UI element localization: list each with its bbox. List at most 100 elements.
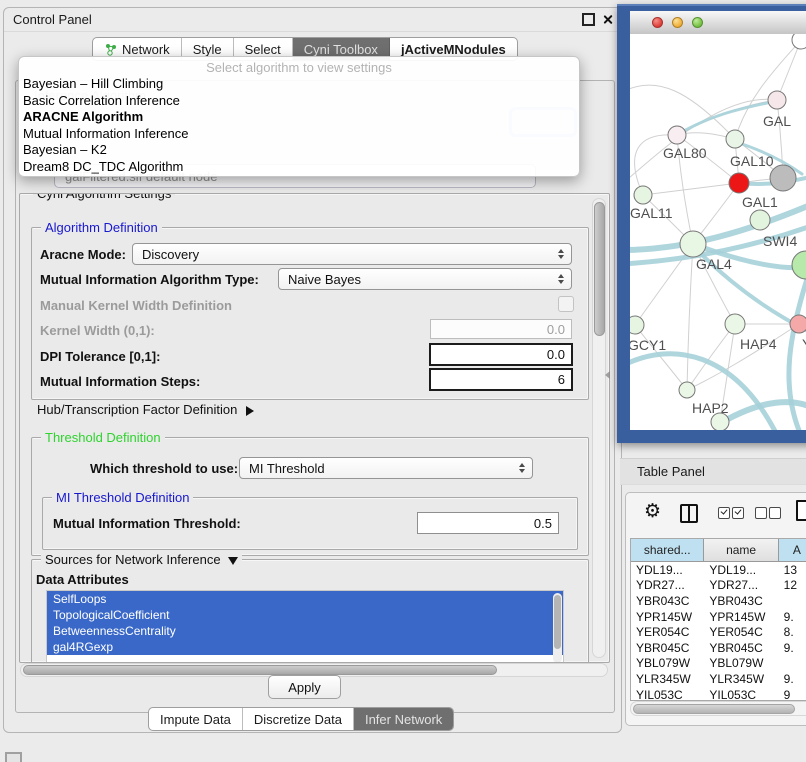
column-view-icon[interactable] [680, 504, 698, 523]
window-minimize-button[interactable] [672, 17, 683, 28]
table-header-row: shared...nameA [631, 539, 806, 562]
control-panel-title: Control Panel [13, 12, 92, 27]
document-icon[interactable] [796, 500, 806, 521]
sources-group: Sources for Network Inference Data Attri… [31, 559, 589, 663]
table-row[interactable]: YBL079WYBL079W [631, 656, 806, 672]
algorithm-item-aracne-algorithm[interactable]: ARACNE Algorithm [19, 109, 579, 126]
network-node[interactable] [770, 165, 796, 191]
algorithm-item-dream8-dc-tdc-algorithm[interactable]: Dream8 DC_TDC Algorithm [19, 159, 579, 176]
data-attributes-list[interactable]: SelfLoopsTopologicalCoefficientBetweenne… [46, 590, 564, 663]
algorithm-item-bayesian-hill-climbing[interactable]: Bayesian – Hill Climbing [19, 76, 579, 93]
tab-network-label: Network [122, 42, 170, 57]
network-view-window[interactable]: GALGAL80GAL10GAL1GAL11SWI4GAL4GCY1HAP4YH… [617, 4, 806, 443]
algorithm-item-bayesian-k2[interactable]: Bayesian – K2 [19, 142, 579, 159]
mi-threshold-label: Mutual Information Threshold: [53, 516, 241, 531]
table-cell: YPR145W [631, 610, 704, 624]
close-icon[interactable] [602, 14, 613, 25]
network-node[interactable] [711, 413, 729, 430]
table-row[interactable]: YIL053CYIL053C9 [631, 687, 806, 701]
bottom-tab-discretize-data[interactable]: Discretize Data [243, 708, 354, 730]
column-header-name[interactable]: name [704, 539, 778, 561]
unchecked-checkbox-icon[interactable] [755, 507, 767, 519]
unchecked-checkbox-icon[interactable] [769, 507, 781, 519]
float-icon[interactable] [582, 13, 595, 26]
threshold-definition-group: Threshold Definition Which threshold to … [31, 437, 589, 556]
network-node[interactable] [792, 251, 806, 279]
triangle-right-icon [246, 406, 254, 416]
window-zoom-button[interactable] [692, 17, 703, 28]
which-threshold-combo[interactable]: MI Threshold [239, 457, 533, 479]
network-node-gal80[interactable] [668, 126, 686, 144]
table-cell: 13 [779, 563, 806, 577]
table-cell: YBR045C [704, 641, 778, 655]
column-header-shared[interactable]: shared... [631, 539, 704, 561]
attribute-item-topologicalcoefficient[interactable]: TopologicalCoefficient [47, 607, 563, 623]
table-row[interactable]: YBR043CYBR043C [631, 593, 806, 609]
algorithm-item-basic-correlation-inference[interactable]: Basic Correlation Inference [19, 93, 579, 110]
node-label-swi4: SWI4 [763, 233, 797, 249]
checked-checkbox-icon[interactable] [732, 507, 744, 519]
network-node-gal10[interactable] [726, 130, 744, 148]
table-row[interactable]: YDR27...YDR27...12 [631, 578, 806, 594]
sources-title-toggle[interactable]: Sources for Network Inference [41, 552, 242, 567]
table-row[interactable]: YBR045CYBR045C9. [631, 640, 806, 656]
network-canvas-svg: GALGAL80GAL10GAL1GAL11SWI4GAL4GCY1HAP4YH… [630, 34, 806, 430]
kernel-width-field[interactable]: 0.0 [430, 319, 572, 339]
mi-threshold-field[interactable]: 0.5 [417, 512, 559, 534]
apply-button[interactable]: Apply [268, 675, 341, 699]
tab-style-label: Style [193, 42, 222, 57]
network-window-titlebar[interactable] [630, 11, 806, 35]
settings-vertical-scrollbar[interactable] [592, 198, 606, 658]
attribute-item-gal4rgexp[interactable]: gal4RGexp [47, 639, 563, 655]
network-node-hap4[interactable] [725, 314, 745, 334]
cyni-algorithm-settings-group: Cyni Algorithm Settings Algorithm Defini… [19, 193, 610, 663]
bottom-tab-impute-data[interactable]: Impute Data [149, 708, 243, 730]
scrollbar-thumb[interactable] [23, 665, 497, 675]
network-node-gal[interactable] [768, 91, 786, 109]
manual-kernel-checkbox[interactable] [558, 296, 574, 312]
tab-jactivemnodules-label: jActiveMNodules [401, 42, 506, 57]
table-cell: YBR043C [704, 594, 778, 608]
table-panel-titlebar[interactable]: Table Panel [620, 458, 806, 485]
column-header-a[interactable]: A [779, 539, 806, 561]
control-panel-titlebar[interactable]: Control Panel [4, 8, 621, 32]
aracne-mode-value: Discovery [142, 247, 199, 262]
list-scrollbar[interactable] [553, 593, 562, 663]
table-row[interactable]: YLR345WYLR345W9. [631, 671, 806, 687]
mi-type-combo[interactable]: Naive Bayes [278, 268, 572, 290]
network-node-gcy1[interactable] [630, 316, 644, 334]
mi-steps-field[interactable]: 6 [429, 368, 573, 391]
node-label-gal80: GAL80 [663, 145, 707, 161]
gear-icon[interactable]: ⚙ [644, 501, 661, 521]
aracne-mode-combo[interactable]: Discovery [132, 243, 572, 265]
algorithm-item-mutual-information-inference[interactable]: Mutual Information Inference [19, 126, 579, 143]
table-row[interactable]: YPR145WYPR145W9. [631, 609, 806, 625]
checked-checkbox-icon[interactable] [718, 507, 730, 519]
table-cell: YDR27... [631, 578, 704, 592]
network-node-gal11[interactable] [634, 186, 652, 204]
table-cell: YDR27... [704, 578, 778, 592]
network-node-gal4[interactable] [680, 231, 706, 257]
bottom-tab-infer-network[interactable]: Infer Network [354, 708, 453, 730]
network-node-hap2[interactable] [679, 382, 695, 398]
panel-grip-icon[interactable] [5, 752, 22, 762]
table-cell: YBL079W [704, 656, 778, 670]
scrollbar-thumb[interactable] [633, 704, 795, 714]
network-node[interactable] [792, 34, 806, 49]
network-node-y[interactable] [790, 315, 806, 333]
network-node-swi4[interactable] [750, 210, 770, 230]
network-node-gal1[interactable] [729, 173, 749, 193]
table-row[interactable]: YDL19...YDL19...13 [631, 562, 806, 578]
table-horizontal-scrollbar[interactable] [630, 701, 806, 716]
mi-steps-value: 6 [558, 372, 565, 387]
scrollbar-thumb[interactable] [594, 202, 605, 336]
table-row[interactable]: YER054CYER054C8. [631, 624, 806, 640]
threshold-definition-title: Threshold Definition [41, 430, 165, 445]
window-close-button[interactable] [652, 17, 663, 28]
panel-divider-handle-icon[interactable] [605, 371, 610, 379]
attribute-item-selfloops[interactable]: SelfLoops [47, 591, 563, 607]
network-canvas[interactable]: GALGAL80GAL10GAL1GAL11SWI4GAL4GCY1HAP4YH… [630, 34, 806, 430]
hub-definition-toggle[interactable]: Hub/Transcription Factor Definition [37, 402, 254, 417]
dpi-tolerance-field[interactable]: 0.0 [429, 343, 573, 366]
attribute-item-betweennesscentrality[interactable]: BetweennessCentrality [47, 623, 563, 639]
